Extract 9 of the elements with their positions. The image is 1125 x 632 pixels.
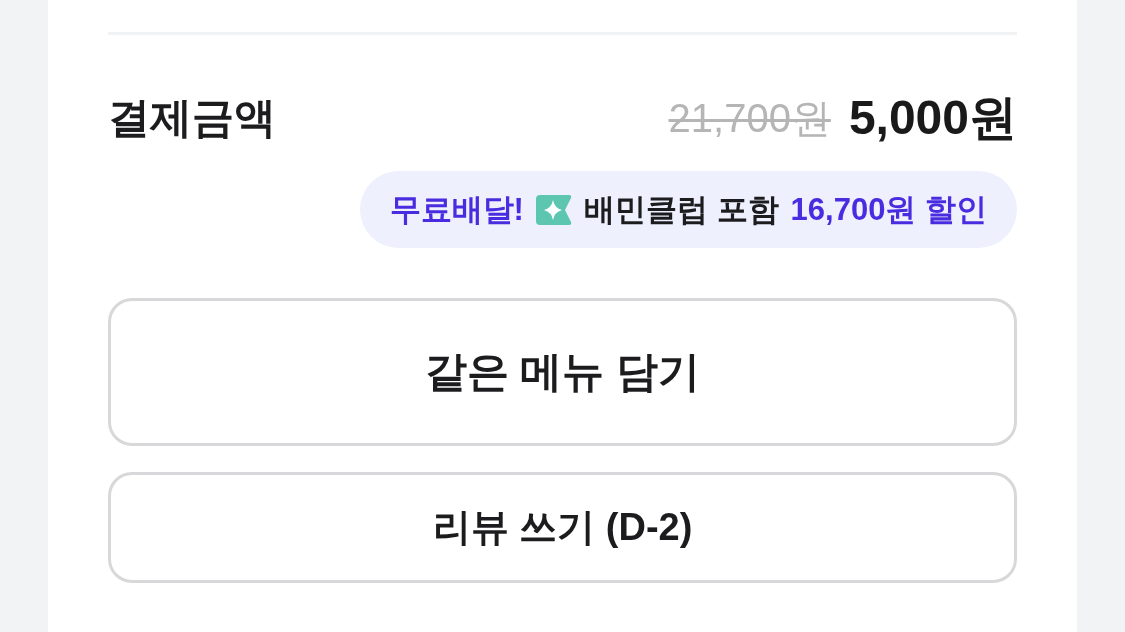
club-text: 배민클럽 포함 bbox=[583, 190, 779, 229]
final-price: 5,000원 bbox=[848, 90, 1017, 146]
original-price: 21,700원 bbox=[668, 94, 831, 142]
payment-label: 결제금액 bbox=[108, 93, 276, 143]
free-delivery-text: 무료배달! bbox=[389, 190, 524, 229]
discount-text: 16,700원 할인 bbox=[790, 190, 987, 229]
sparkle-icon bbox=[535, 194, 572, 225]
action-button[interactable]: 같은 메뉴 담기 bbox=[108, 298, 1017, 446]
action-button[interactable]: 리뷰 쓰기 (D-2) bbox=[108, 472, 1017, 583]
